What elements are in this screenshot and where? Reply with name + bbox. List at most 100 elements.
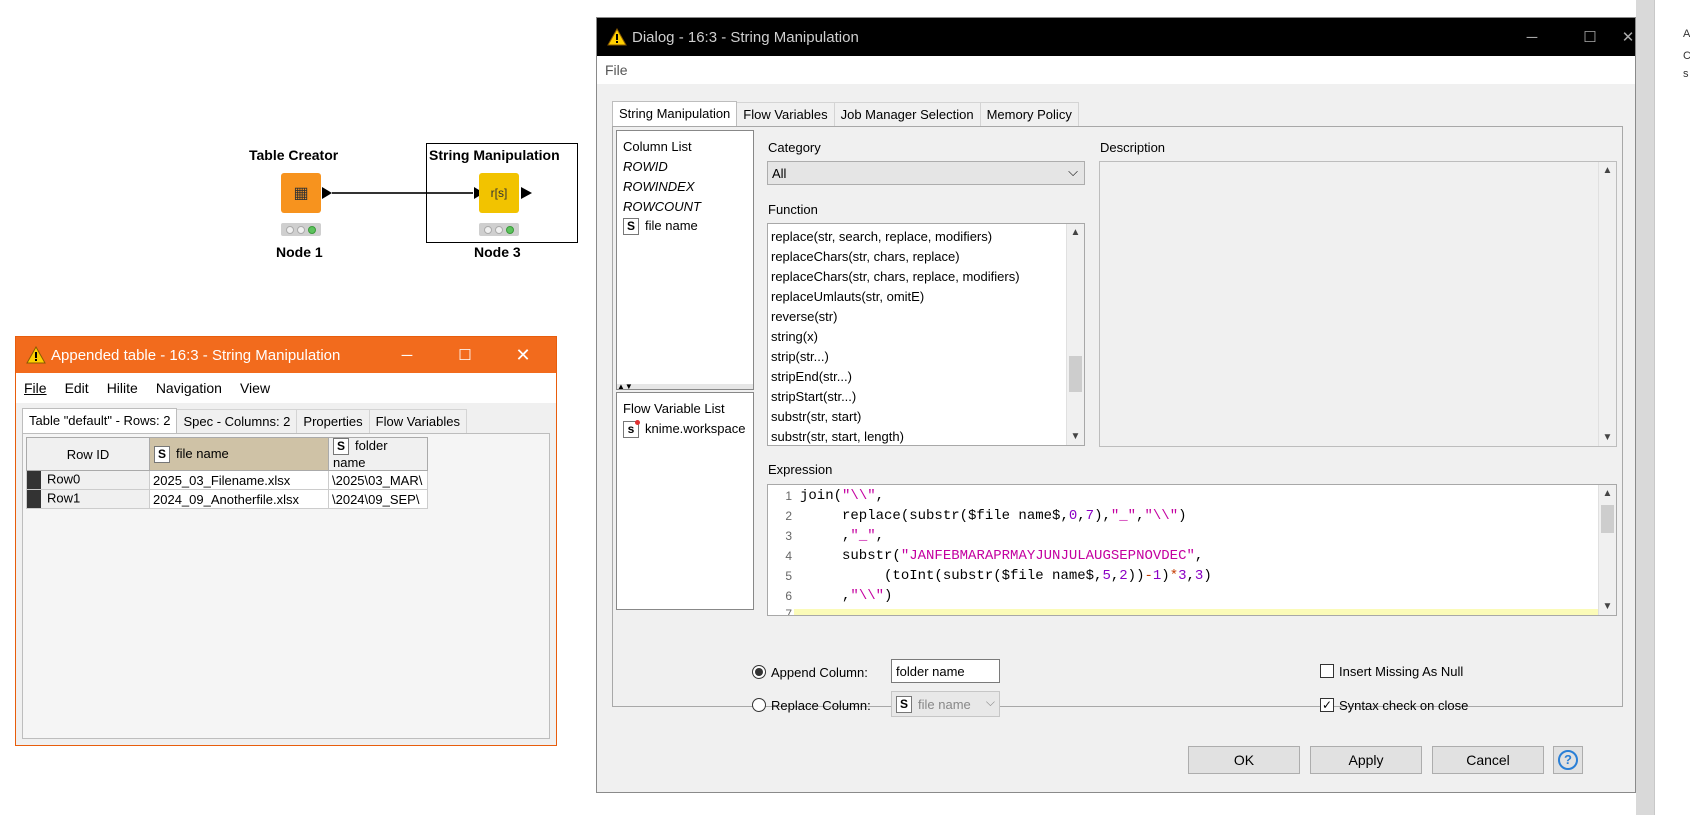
- scroll-up-icon[interactable]: ▲: [1599, 485, 1616, 502]
- function-item[interactable]: replace(str, search, replace, modifiers): [771, 229, 992, 244]
- menu-navigation[interactable]: Navigation: [156, 380, 222, 396]
- close-button[interactable]: ✕: [494, 337, 552, 373]
- node1-status-traffic-light: [281, 223, 321, 236]
- node3-label: Node 3: [474, 244, 521, 260]
- background-panel-edge: [1654, 0, 1690, 815]
- maximize-button[interactable]: ☐: [1561, 18, 1619, 56]
- append-column-input[interactable]: [891, 659, 1000, 683]
- replace-column-label: Replace Column:: [771, 698, 871, 713]
- list-item[interactable]: ROWCOUNT: [623, 199, 701, 214]
- menu-file[interactable]: File: [24, 380, 47, 396]
- line-number: 2: [785, 509, 792, 523]
- tab-memory-policy[interactable]: Memory Policy: [979, 102, 1079, 126]
- scroll-up-icon[interactable]: ▲: [1599, 162, 1616, 179]
- function-scrollbar[interactable]: ▲ ▼: [1066, 224, 1084, 445]
- node3-status-traffic-light: [479, 223, 519, 236]
- column-header-file-name[interactable]: Sfile name: [149, 436, 329, 472]
- table-row[interactable]: Row0 2025_03_Filename.xlsx \2025\03_MAR\: [26, 470, 428, 491]
- data-table-view: Row ID Sfile name Sfolder name Row0 2025…: [22, 433, 550, 739]
- list-item[interactable]: s knime.workspace: [623, 420, 745, 439]
- scroll-thumb[interactable]: [1069, 356, 1082, 392]
- string-manipulation-node[interactable]: r[s]: [479, 173, 519, 213]
- dialog-tabs: String Manipulation Flow Variables Job M…: [612, 98, 1079, 127]
- line-number: 5: [785, 569, 792, 583]
- function-item[interactable]: substr(str, start, length): [771, 429, 904, 444]
- insert-missing-label: Insert Missing As Null: [1339, 664, 1464, 679]
- function-item[interactable]: stripStart(str...): [771, 389, 856, 404]
- tab-spec[interactable]: Spec - Columns: 2: [176, 409, 298, 433]
- menu-view[interactable]: View: [240, 380, 270, 396]
- tab-table-default[interactable]: Table "default" - Rows: 2: [22, 408, 178, 434]
- line-number: 6: [785, 589, 792, 603]
- syntax-check-checkbox[interactable]: ✓: [1320, 698, 1334, 712]
- tab-properties[interactable]: Properties: [296, 409, 370, 433]
- scroll-thumb[interactable]: [1601, 505, 1614, 533]
- table-creator-node[interactable]: ▦: [281, 173, 321, 213]
- ok-button[interactable]: OK: [1188, 746, 1300, 774]
- apply-button[interactable]: Apply: [1310, 746, 1422, 774]
- flow-variable-list: Flow Variable List s knime.workspace: [616, 392, 754, 610]
- cancel-button[interactable]: Cancel: [1432, 746, 1544, 774]
- string-type-icon: S: [333, 438, 349, 456]
- tab-flow-variables[interactable]: Flow Variables: [736, 102, 835, 126]
- string-type-icon: S: [896, 696, 912, 713]
- function-item[interactable]: substr(str, start): [771, 409, 861, 424]
- function-item[interactable]: replaceUmlauts(str, omitE): [771, 289, 924, 304]
- minimize-button[interactable]: ─: [1503, 18, 1561, 56]
- replace-column-select[interactable]: S file name ⌵: [891, 691, 1000, 717]
- appended-table-menubar: File Edit Hilite Navigation View: [16, 373, 556, 403]
- minimize-button[interactable]: ─: [378, 337, 436, 373]
- column-header-rowid[interactable]: Row ID: [26, 436, 150, 472]
- menu-edit[interactable]: Edit: [65, 380, 89, 396]
- table-row[interactable]: Row1 2024_09_Anotherfile.xlsx \2024\09_S…: [26, 489, 428, 510]
- expression-editor[interactable]: 1 2 3 4 5 6 7 join("\\", replace(substr(…: [767, 484, 1617, 616]
- code-line: ,"_",: [800, 528, 885, 544]
- close-button[interactable]: ✕: [1619, 18, 1637, 56]
- tab-flow-variables[interactable]: Flow Variables: [368, 409, 467, 433]
- menu-hilite[interactable]: Hilite: [107, 380, 138, 396]
- function-item[interactable]: replaceChars(str, chars, replace): [771, 249, 960, 264]
- scroll-down-icon[interactable]: ▼: [1067, 428, 1084, 445]
- table-icon: ▦: [293, 185, 309, 202]
- append-column-radio[interactable]: [752, 665, 766, 679]
- menu-file[interactable]: File: [605, 62, 628, 78]
- function-label: Function: [768, 202, 818, 217]
- category-select[interactable]: All ⌵: [767, 161, 1085, 185]
- string-type-icon: S: [154, 445, 170, 463]
- function-item[interactable]: reverse(str): [771, 309, 837, 324]
- help-button[interactable]: ?: [1553, 746, 1583, 774]
- column-header-folder-name[interactable]: Sfolder name: [328, 436, 428, 472]
- tab-string-manipulation[interactable]: String Manipulation: [612, 101, 738, 127]
- function-item[interactable]: strip(str...): [771, 349, 829, 364]
- function-item[interactable]: string(x): [771, 329, 818, 344]
- tab-job-manager[interactable]: Job Manager Selection: [833, 102, 981, 126]
- function-item[interactable]: replaceChars(str, chars, replace, modifi…: [771, 269, 1020, 284]
- table-cell: \2024\09_SEP\: [328, 489, 428, 510]
- scroll-up-icon[interactable]: ▲: [1067, 224, 1084, 241]
- list-item[interactable]: ROWINDEX: [623, 179, 695, 194]
- node3-title: String Manipulation: [429, 147, 560, 163]
- scroll-down-icon[interactable]: ▼: [1599, 429, 1616, 446]
- code-line: (toInt(substr($file name$,5,2))-1)*3,3): [800, 568, 1212, 584]
- list-item[interactable]: ROWID: [623, 159, 668, 174]
- dialog-menubar: File: [597, 56, 1635, 84]
- string-manipulation-dialog: Dialog - 16:3 - String Manipulation ─ ☐ …: [596, 17, 1636, 793]
- edge-text: A: [1683, 28, 1690, 40]
- maximize-button[interactable]: ☐: [436, 337, 494, 373]
- scroll-down-icon[interactable]: ▼: [1599, 598, 1616, 615]
- line-number: 3: [785, 529, 792, 543]
- replace-column-radio[interactable]: [752, 698, 766, 712]
- description-scrollbar[interactable]: ▲ ▼: [1598, 162, 1616, 446]
- column-list: Column List ROWID ROWINDEX ROWCOUNT Sfil…: [616, 130, 754, 390]
- string-manipulation-icon: r[s]: [490, 186, 508, 200]
- function-item[interactable]: stripEnd(str...): [771, 369, 852, 384]
- splitter[interactable]: ▲▼: [617, 383, 753, 389]
- list-item[interactable]: Sfile name: [623, 218, 698, 236]
- insert-missing-checkbox[interactable]: [1320, 664, 1334, 678]
- line-number: 7: [785, 607, 792, 616]
- appended-table-window: Appended table - 16:3 - String Manipulat…: [15, 336, 557, 746]
- line-number: 1: [785, 489, 792, 503]
- expression-scrollbar[interactable]: ▲ ▼: [1598, 485, 1616, 615]
- appended-table-tabs: Table "default" - Rows: 2 Spec - Columns…: [22, 405, 467, 434]
- output-port-arrow[interactable]: [520, 186, 534, 200]
